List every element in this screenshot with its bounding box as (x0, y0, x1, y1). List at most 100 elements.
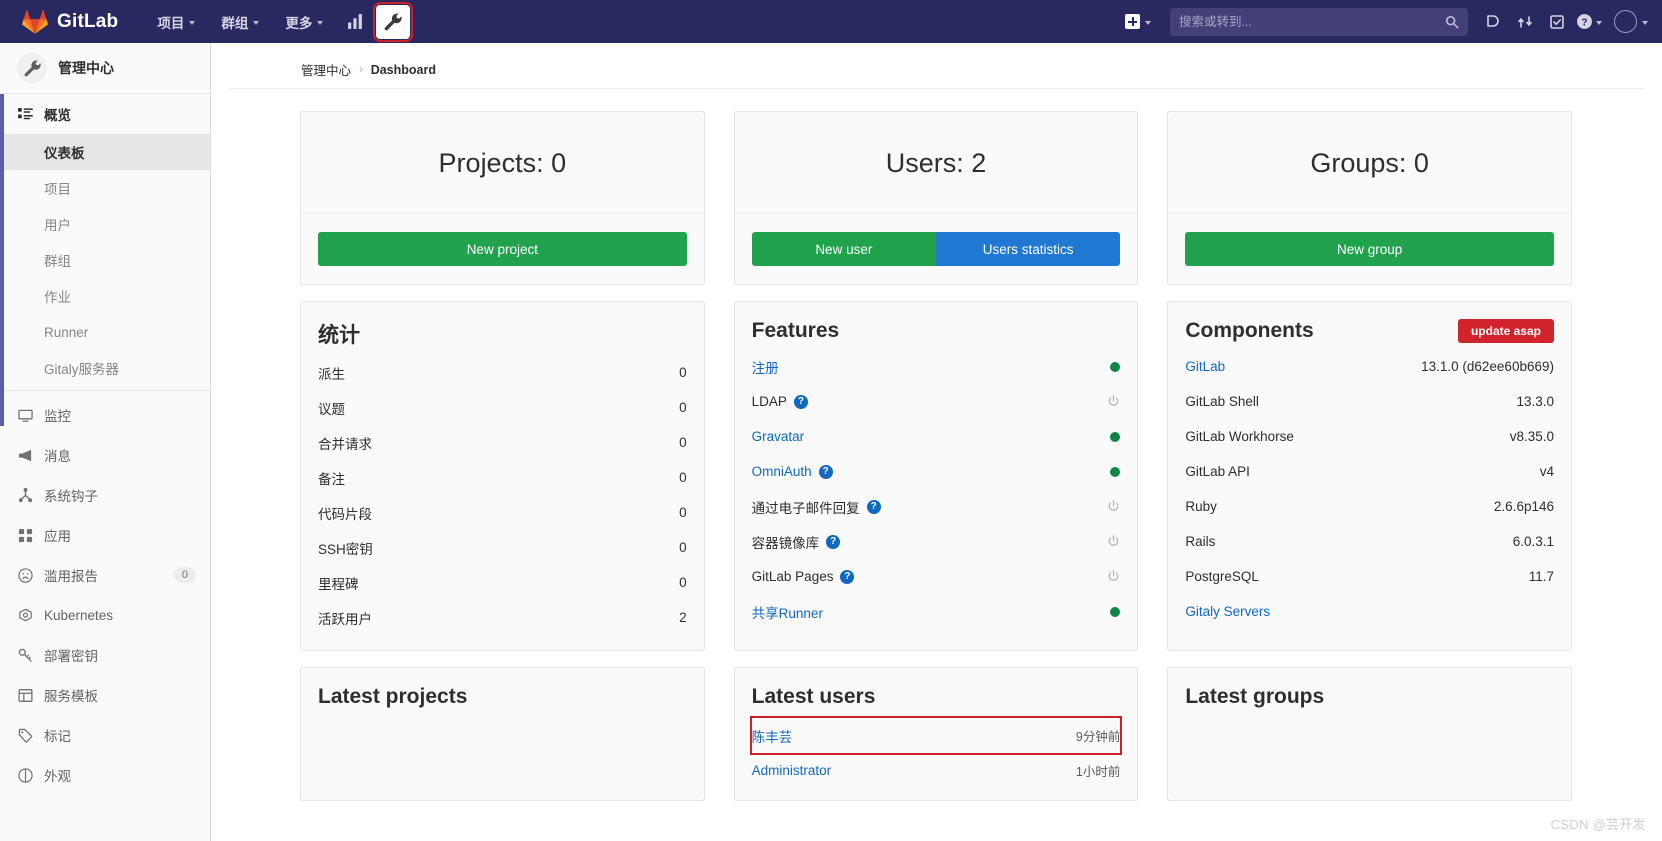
components-row: Ruby 2.6.6p146 (1185, 489, 1554, 524)
todos-icon-button[interactable] (1542, 7, 1572, 37)
admin-wrench-icon-button[interactable] (373, 1, 414, 42)
sidebar-subitem-gitaly-servers[interactable]: Gitaly服务器 (0, 350, 210, 386)
features-row-label: 容器镜像库 (751, 535, 820, 551)
features-row-label[interactable]: Gravatar (752, 429, 805, 444)
chevron-down-icon (253, 20, 260, 25)
sidebar-item-abuse-reports[interactable]: 滥用报告 0 (0, 555, 210, 595)
sidebar-item-applications[interactable]: 应用 (0, 515, 210, 555)
global-search-box[interactable] (1170, 7, 1468, 36)
statistics-rows: 派生 0 议题 0 合并请求 0 备注 0 代码片段 0 SSH密钥 0 里程碑 0 活跃用户 2 (318, 355, 687, 635)
top-nav-menu: 项目 群组 更多 (144, 0, 414, 43)
features-row: 注册 (752, 349, 1121, 384)
sidebar-title: 管理中心 (58, 60, 114, 76)
update-asap-badge[interactable]: update asap (1457, 319, 1554, 343)
nav-item-projects[interactable]: 项目 (144, 0, 208, 43)
megaphone-icon (17, 447, 33, 463)
features-row-label: GitLab Pages (751, 569, 834, 584)
help-icon[interactable]: ? (840, 569, 855, 584)
sidebar-overview-section: 概览 仪表板 项目 用户 群组 作业 Runner Gitaly服务器 (0, 94, 210, 426)
sidebar-subitem-label: 仪表板 (44, 146, 85, 161)
sidebar-subitem-groups[interactable]: 群组 (0, 242, 210, 278)
statistics-row-value: 0 (679, 435, 687, 450)
components-row: GitLab Workhorse v8.35.0 (1185, 419, 1554, 454)
components-row-label: PostgreSQL (1185, 569, 1259, 584)
components-row-label[interactable]: GitLab (1185, 359, 1225, 374)
latest-user-name[interactable]: 陈丰芸 (752, 726, 793, 746)
abuse-reports-count-badge: 0 (173, 567, 196, 583)
help-icon[interactable]: ? (826, 534, 841, 549)
nav-item-more[interactable]: 更多 (272, 0, 336, 43)
sidebar-subitem-dashboard[interactable]: 仪表板 (0, 134, 210, 170)
breadcrumb-root[interactable]: 管理中心 (301, 60, 351, 79)
projects-count-title: Projects: 0 (301, 112, 704, 214)
components-row-label[interactable]: Gitaly Servers (1185, 604, 1270, 619)
watermark: CSDN @芸开发 (1550, 817, 1646, 832)
chevron-down-icon (1642, 20, 1648, 25)
users-actions: New user Users statistics (735, 214, 1138, 284)
sidebar-subitem-runner[interactable]: Runner (0, 314, 210, 350)
sidebar-subitem-users[interactable]: 用户 (0, 206, 210, 242)
monitor-icon (17, 407, 33, 423)
sidebar-item-kubernetes[interactable]: Kubernetes (0, 595, 210, 635)
counter-cards-row: Projects: 0 New project Users: 2 New use… (211, 89, 1662, 285)
gitlab-logo-link[interactable]: GitLab (0, 9, 118, 34)
features-row: 共享Runner (752, 594, 1121, 629)
frown-icon (17, 567, 33, 583)
sidebar-item-monitoring[interactable]: 监控 (0, 395, 210, 435)
latest-user-name[interactable]: Administrator (752, 763, 832, 778)
sidebar-item-labels[interactable]: 标记 (0, 715, 210, 755)
features-row-label[interactable]: OmniAuth (752, 464, 812, 479)
sidebar-header[interactable]: 管理中心 (0, 43, 210, 94)
latest-groups-title: Latest groups (1185, 685, 1325, 708)
sidebar-item-messages[interactable]: 消息 (0, 435, 210, 475)
features-row: 容器镜像库? (752, 524, 1121, 559)
sidebar-item-label: Kubernetes (44, 607, 114, 623)
latest-user-row: Administrator 1小时前 (752, 753, 1121, 788)
sidebar-item-overview[interactable]: 概览 (0, 94, 210, 134)
features-row-label-group: Gravatar (752, 429, 805, 444)
features-row-label[interactable]: 共享Runner (752, 602, 823, 622)
sidebar-item-appearance[interactable]: 外观 (0, 755, 210, 795)
groups-count-title: Groups: 0 (1168, 112, 1571, 214)
issues-icon (1487, 14, 1499, 27)
issues-icon-button[interactable] (1478, 7, 1508, 37)
users-statistics-button[interactable]: Users statistics (936, 232, 1121, 266)
new-project-button[interactable]: New project (318, 232, 687, 266)
help-icon[interactable]: ? (818, 464, 833, 479)
features-row-label-group: 共享Runner (752, 602, 823, 622)
help-icon[interactable]: ? (793, 394, 808, 409)
top-navigation-bar: GitLab 项目 群组 更多 搜索或转到... ? (0, 0, 1662, 43)
sidebar-item-label: 概览 (44, 108, 71, 123)
search-input[interactable] (1179, 14, 1445, 29)
help-icon-button[interactable]: ? (1574, 7, 1604, 37)
create-new-button[interactable] (1116, 14, 1160, 29)
statistics-row-label: 议题 (318, 401, 345, 417)
sidebar-subitem-label: 项目 (44, 182, 71, 197)
sidebar-subitem-jobs[interactable]: 作业 (0, 278, 210, 314)
components-title: Components (1185, 319, 1314, 342)
merge-requests-icon-button[interactable] (1510, 7, 1540, 37)
features-header: Features (752, 319, 1121, 343)
features-row: Gravatar (752, 419, 1121, 454)
user-menu-button[interactable] (1606, 10, 1648, 33)
chevron-down-icon (189, 20, 196, 25)
help-icon[interactable]: ? (866, 499, 881, 514)
sidebar-item-deploy-keys[interactable]: 部署密钥 (0, 635, 210, 675)
merge-requests-icon (1518, 15, 1532, 28)
applications-icon (17, 527, 33, 543)
new-user-button[interactable]: New user (751, 232, 936, 266)
breadcrumb-current: Dashboard (370, 62, 436, 77)
features-row-label[interactable]: 注册 (752, 357, 779, 377)
new-group-button[interactable]: New group (1185, 232, 1554, 266)
sidebar-item-system-hooks[interactable]: 系统钩子 (0, 475, 210, 515)
sidebar-subitem-projects[interactable]: 项目 (0, 170, 210, 206)
features-row-label-group: 通过电子邮件回复? (752, 497, 881, 517)
components-header: Components update asap (1185, 319, 1554, 343)
nav-item-groups[interactable]: 群组 (208, 0, 272, 43)
features-row: 通过电子邮件回复? (752, 489, 1121, 524)
sidebar-item-label: 部署密钥 (44, 649, 98, 664)
sidebar-item-service-templates[interactable]: 服务模板 (0, 675, 210, 715)
latest-cards-row: Latest projects Latest users 陈丰芸 9分钟前 Admi… (211, 651, 1662, 801)
sidebar-subitem-label: 用户 (44, 218, 71, 233)
analytics-icon-button[interactable] (338, 5, 372, 39)
